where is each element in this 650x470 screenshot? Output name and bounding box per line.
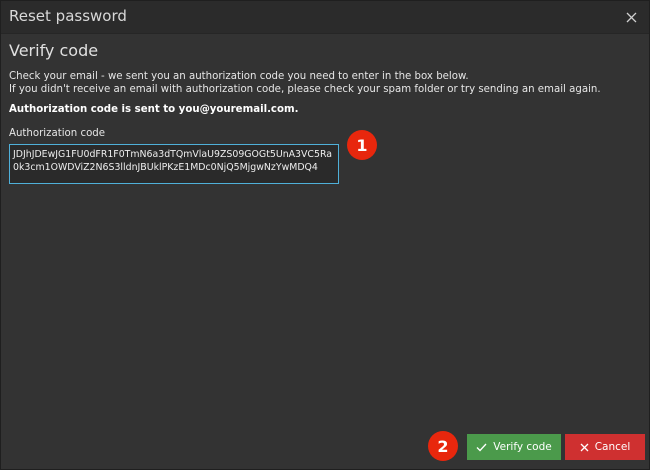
step-badge-1: 1 <box>347 130 377 160</box>
check-icon <box>476 443 487 451</box>
verify-code-button[interactable]: Verify code <box>467 434 561 460</box>
close-icon <box>626 12 636 22</box>
instructions-line-1: Check your email - we sent you an author… <box>9 71 469 82</box>
instructions-line-2: If you didn't receive an email with auth… <box>9 84 601 95</box>
authorization-code-label: Authorization code <box>9 128 106 139</box>
dialog-content: Verify code Check your email - we sent y… <box>9 41 641 184</box>
verify-code-label: Verify code <box>493 441 552 453</box>
x-icon <box>580 443 589 451</box>
close-button[interactable] <box>621 7 641 27</box>
dialog-titlebar: Reset password <box>1 1 649 34</box>
authorization-code-input[interactable]: JDJhJDEwJG1FU0dFR1F0TmN6a3dTQmVlaU9ZS09G… <box>9 144 339 184</box>
step-badge-2: 2 <box>428 431 458 461</box>
dialog-title: Reset password <box>9 7 127 25</box>
page-heading: Verify code <box>9 41 99 60</box>
cancel-label: Cancel <box>594 441 631 453</box>
reset-password-dialog: Reset password Verify code Check your em… <box>0 0 650 470</box>
cancel-button[interactable]: Cancel <box>565 434 645 460</box>
sent-notice: Authorization code is sent to you@yourem… <box>9 104 299 115</box>
